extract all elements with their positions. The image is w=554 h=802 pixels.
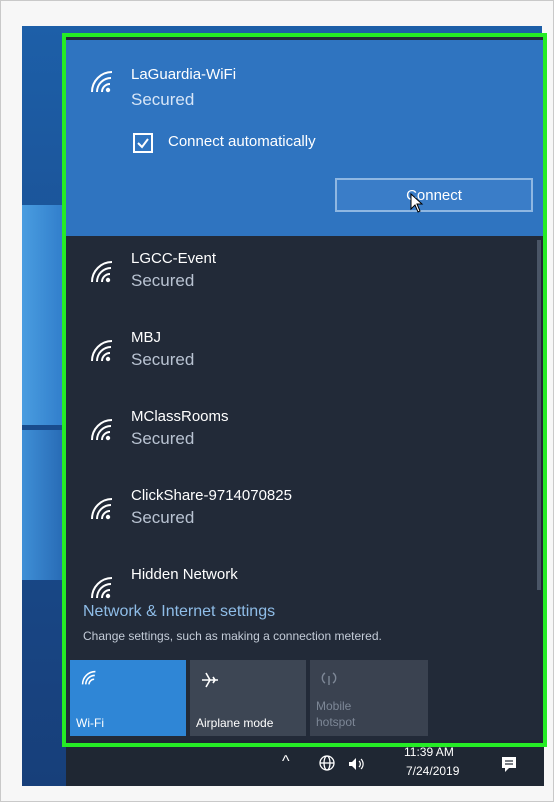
volume-icon[interactable] (347, 756, 367, 772)
network-name: LGCC-Event (131, 250, 217, 267)
network-status: Secured (131, 508, 195, 527)
hotspot-icon (321, 672, 337, 685)
connect-automatically-label: Connect automatically (168, 133, 316, 150)
taskbar (66, 740, 544, 786)
network-status: Secured (131, 429, 195, 448)
scrollbar[interactable] (537, 240, 541, 590)
airplane-icon (202, 672, 218, 688)
wifi-icon (91, 577, 113, 599)
wifi-icon (91, 71, 113, 93)
quick-action-wifi[interactable]: Wi-Fi (70, 660, 186, 736)
connect-automatically-checkbox[interactable] (133, 133, 153, 153)
quick-action-label: Mobile hotspot (316, 699, 356, 729)
wifi-icon (81, 670, 96, 685)
show-hidden-icons-chevron-icon[interactable]: ^ (282, 753, 290, 771)
network-name: MClassRooms (131, 408, 229, 425)
network-settings-description: Change settings, such as making a connec… (83, 629, 382, 643)
quick-action-airplane-mode[interactable]: Airplane mode (190, 660, 306, 736)
wifi-icon (91, 419, 113, 441)
desktop-window-decoration (22, 430, 70, 580)
network-globe-icon[interactable] (318, 754, 336, 772)
network-name: Hidden Network (131, 566, 238, 583)
wifi-icon (91, 261, 113, 283)
network-status: Secured (131, 90, 195, 109)
taskbar-clock-time[interactable]: 11:39 AM (404, 745, 454, 759)
wifi-icon (91, 498, 113, 520)
network-status: Secured (131, 350, 195, 369)
network-status: Secured (131, 271, 195, 290)
mouse-cursor-icon (410, 193, 424, 213)
network-name: ClickShare-9714070825 (131, 487, 292, 504)
network-name: LaGuardia-WiFi (131, 66, 237, 83)
quick-action-label: Wi-Fi (76, 716, 104, 730)
checkmark-icon (137, 138, 149, 149)
desktop-window-decoration (22, 205, 70, 425)
taskbar-clock-date[interactable]: 7/24/2019 (406, 764, 459, 778)
connect-button[interactable]: Connect (335, 178, 533, 212)
quick-action-label: Airplane mode (196, 716, 274, 730)
action-center-notification-icon[interactable] (500, 755, 518, 773)
quick-action-mobile-hotspot[interactable]: Mobile hotspot (310, 660, 428, 736)
network-name: MBJ (131, 329, 161, 346)
wifi-icon (91, 340, 113, 362)
network-settings-link[interactable]: Network & Internet settings (83, 603, 275, 621)
